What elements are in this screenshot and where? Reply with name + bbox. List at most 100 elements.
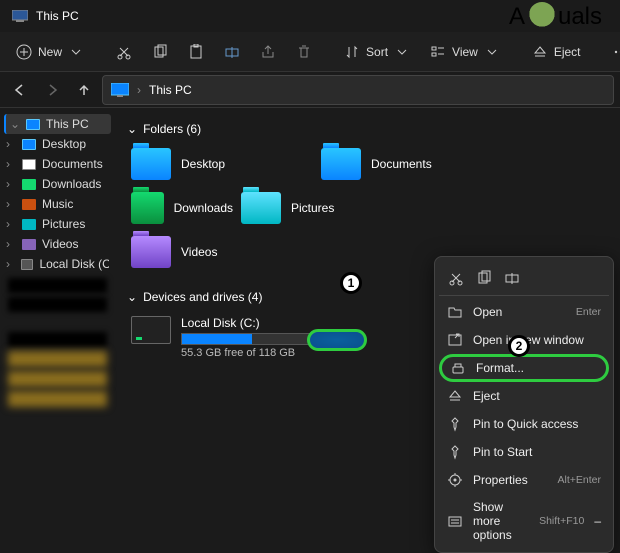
toolbar: New Sort View Eject bbox=[0, 32, 620, 72]
highlighted-usb-drive[interactable] bbox=[307, 329, 367, 351]
context-menu: Open Enter Open in new window Format... … bbox=[434, 256, 614, 553]
folder-videos[interactable]: Videos bbox=[127, 230, 317, 274]
cm-format[interactable]: Format... bbox=[439, 354, 609, 382]
sidebar-label: Videos bbox=[42, 237, 78, 251]
sidebar-label: This PC bbox=[46, 117, 89, 131]
pictures-icon bbox=[22, 219, 36, 230]
sidebar-item-this-pc[interactable]: ⌄ This PC bbox=[4, 114, 111, 134]
blurred-item bbox=[8, 332, 107, 347]
sidebar-label: Downloads bbox=[42, 177, 101, 191]
folders-section-header[interactable]: ⌄ Folders (6) bbox=[127, 116, 608, 142]
folder-downloads[interactable]: Downloads bbox=[127, 186, 237, 230]
step-badge-1: 1 bbox=[340, 272, 362, 294]
back-button[interactable] bbox=[6, 76, 34, 104]
forward-button[interactable] bbox=[38, 76, 66, 104]
new-button[interactable]: New bbox=[8, 40, 92, 64]
blurred-item bbox=[8, 371, 107, 387]
cm-copy-button[interactable] bbox=[471, 265, 497, 291]
folder-pictures[interactable]: Pictures bbox=[237, 186, 427, 230]
folder-icon bbox=[131, 148, 171, 180]
pin-icon bbox=[447, 444, 463, 460]
cm-eject[interactable]: Eject bbox=[439, 382, 609, 410]
sidebar-item-music[interactable]: ›Music bbox=[0, 194, 115, 214]
share-icon bbox=[260, 44, 276, 60]
blurred-item bbox=[8, 297, 107, 312]
folder-label: Documents bbox=[371, 157, 432, 171]
folder-label: Downloads bbox=[174, 201, 233, 215]
view-button[interactable]: View bbox=[422, 40, 508, 64]
up-button[interactable] bbox=[70, 76, 98, 104]
cm-shortcut: Enter bbox=[576, 306, 601, 318]
cm-pin-start[interactable]: Pin to Start bbox=[439, 438, 609, 466]
delete-button[interactable] bbox=[288, 40, 320, 64]
videos-icon bbox=[22, 239, 36, 250]
cm-show-more[interactable]: Show more options Shift+F10– bbox=[439, 494, 609, 548]
cm-label: Open bbox=[473, 305, 502, 319]
blurred-item bbox=[8, 391, 107, 407]
cm-label: Pin to Quick access bbox=[473, 417, 578, 431]
cm-properties[interactable]: Properties Alt+Enter bbox=[439, 466, 609, 494]
step-badge-2: 2 bbox=[508, 335, 530, 357]
sidebar-label: Local Disk (C:) bbox=[39, 257, 109, 271]
chevron-right-icon: › bbox=[137, 83, 141, 97]
pc-icon bbox=[26, 119, 40, 130]
sidebar-item-local-disk[interactable]: ›Local Disk (C:) bbox=[0, 254, 115, 274]
folders-grid: Desktop Documents Downloads Pictures Vid… bbox=[127, 142, 608, 274]
chevron-down-icon: ⌄ bbox=[127, 122, 137, 136]
pc-icon bbox=[111, 83, 129, 97]
rename-button[interactable] bbox=[216, 40, 248, 64]
sidebar-label: Desktop bbox=[42, 137, 86, 151]
address-bar[interactable]: › This PC bbox=[102, 75, 614, 105]
cm-pin-quick-access[interactable]: Pin to Quick access bbox=[439, 410, 609, 438]
plus-circle-icon bbox=[16, 44, 32, 60]
folder-documents[interactable]: Documents bbox=[317, 142, 507, 186]
format-icon bbox=[450, 360, 466, 376]
cm-open[interactable]: Open Enter bbox=[439, 298, 609, 326]
nav-row: › This PC bbox=[0, 72, 620, 108]
music-icon bbox=[22, 199, 36, 210]
trash-icon bbox=[296, 44, 312, 60]
folder-icon bbox=[241, 192, 281, 224]
view-label: View bbox=[452, 45, 478, 59]
copy-button[interactable] bbox=[144, 40, 176, 64]
cut-button[interactable] bbox=[108, 40, 140, 64]
open-icon bbox=[447, 304, 463, 320]
cm-label: Format... bbox=[476, 361, 524, 375]
more-icon bbox=[447, 513, 463, 529]
sidebar-item-desktop[interactable]: › Desktop bbox=[0, 134, 115, 154]
window-title: This PC bbox=[36, 9, 79, 23]
cm-label: Pin to Start bbox=[473, 445, 532, 459]
share-button[interactable] bbox=[252, 40, 284, 64]
drive-icon bbox=[21, 259, 34, 270]
sidebar-label: Pictures bbox=[42, 217, 85, 231]
pin-icon bbox=[447, 416, 463, 432]
sidebar-item-pictures[interactable]: ›Pictures bbox=[0, 214, 115, 234]
sort-button[interactable]: Sort bbox=[336, 40, 418, 64]
sort-icon bbox=[344, 44, 360, 60]
blurred-item bbox=[8, 278, 107, 293]
cm-cut-button[interactable] bbox=[443, 265, 469, 291]
chevron-right-icon: › bbox=[6, 137, 16, 151]
cm-label: Properties bbox=[473, 473, 528, 487]
download-icon bbox=[22, 179, 36, 190]
cm-shortcut: Shift+F10 bbox=[539, 515, 584, 527]
eject-button[interactable]: Eject bbox=[524, 40, 589, 64]
copy-icon bbox=[152, 44, 168, 60]
more-button[interactable] bbox=[605, 40, 620, 64]
new-window-icon bbox=[447, 332, 463, 348]
folders-label: Folders (6) bbox=[143, 122, 201, 136]
folder-desktop[interactable]: Desktop bbox=[127, 142, 317, 186]
drives-label: Devices and drives (4) bbox=[143, 290, 262, 304]
sidebar-item-videos[interactable]: ›Videos bbox=[0, 234, 115, 254]
sidebar-label: Music bbox=[42, 197, 73, 211]
eject-label: Eject bbox=[554, 45, 581, 59]
cm-rename-button[interactable] bbox=[499, 265, 525, 291]
sort-label: Sort bbox=[366, 45, 388, 59]
sidebar-item-documents[interactable]: ›Documents bbox=[0, 154, 115, 174]
chevron-down-icon bbox=[68, 44, 84, 60]
folder-label: Videos bbox=[181, 245, 217, 259]
folder-icon bbox=[321, 148, 361, 180]
folder-label: Pictures bbox=[291, 201, 334, 215]
sidebar-item-downloads[interactable]: ›Downloads bbox=[0, 174, 115, 194]
paste-button[interactable] bbox=[180, 40, 212, 64]
